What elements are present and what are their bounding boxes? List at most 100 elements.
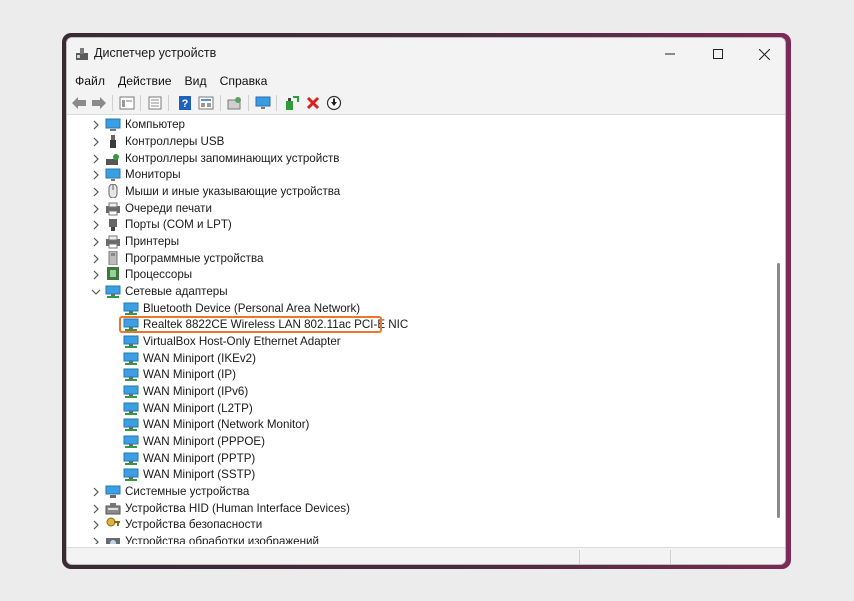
forward-button[interactable] (91, 95, 107, 111)
list-view-button[interactable] (147, 95, 163, 111)
maximize-icon (713, 49, 723, 59)
network-adapter-label: WAN Miniport (IPv6) (143, 385, 249, 398)
tree-item-label: Компьютер (125, 118, 186, 131)
network-adapter-item[interactable]: WAN Miniport (PPPOE) (67, 434, 767, 450)
menu-file[interactable]: Файл (70, 74, 110, 88)
toolbar-separator (220, 95, 221, 111)
network-adapter-item[interactable]: WAN Miniport (IP) (67, 367, 767, 383)
properties-view-button[interactable] (119, 95, 135, 111)
back-button[interactable] (71, 95, 87, 111)
update-driver-button[interactable] (284, 95, 300, 111)
status-divider (579, 550, 580, 564)
chevron-right-icon[interactable] (91, 170, 101, 180)
tree-item-network-adapters[interactable]: Сетевые адаптеры (67, 284, 767, 300)
network-adapter-item[interactable]: WAN Miniport (IPv6) (67, 384, 767, 400)
tree-item-hid[interactable]: Устройства HID (Human Interface Devices) (67, 501, 767, 517)
tree-item-imaging-devices[interactable]: Устройства обработки изображений (67, 534, 767, 544)
network-adapter-icon (123, 335, 139, 348)
menu-action[interactable]: Действие (113, 74, 177, 88)
security-device-icon (106, 517, 120, 527)
network-adapter-item[interactable]: WAN Miniport (Network Monitor) (67, 417, 767, 433)
help-button[interactable]: ? (177, 95, 193, 111)
network-adapter-icon (123, 352, 139, 365)
network-adapter-label: WAN Miniport (PPPOE) (143, 435, 265, 448)
network-adapter-item[interactable]: WAN Miniport (PPTP) (67, 451, 767, 467)
tree-item-software-devices[interactable]: Программные устройства (67, 251, 767, 267)
chevron-right-icon[interactable] (91, 487, 101, 497)
close-button[interactable] (741, 38, 785, 70)
scan-hardware-button[interactable] (227, 95, 243, 111)
tree-item-system-devices[interactable]: Системные устройства (67, 484, 767, 500)
chevron-right-icon[interactable] (91, 204, 101, 214)
chevron-right-icon[interactable] (91, 254, 101, 264)
tree-item-label: Программные устройства (125, 252, 264, 265)
chevron-down-icon[interactable] (91, 287, 101, 297)
network-adapter-item[interactable]: WAN Miniport (L2TP) (67, 401, 767, 417)
details-view-button[interactable] (198, 95, 214, 111)
network-adapter-icon (123, 402, 139, 415)
monitor-button[interactable] (255, 95, 271, 111)
tree-item-label: Мыши и иные указывающие устройства (125, 185, 341, 198)
chevron-right-icon[interactable] (91, 537, 101, 544)
toolbar-separator (168, 95, 169, 111)
software-device-icon (108, 251, 118, 265)
network-adapter-icon (123, 452, 139, 465)
network-adapter-icon (123, 435, 139, 448)
tree-item-security-devices[interactable]: Устройства безопасности (67, 517, 767, 533)
network-adapter-item[interactable]: VirtualBox Host-Only Ethernet Adapter (67, 334, 767, 350)
chevron-right-icon[interactable] (91, 187, 101, 197)
scrollbar-thumb[interactable] (777, 263, 780, 518)
close-icon (758, 48, 770, 60)
tree-item-label: Процессоры (125, 268, 193, 281)
tree-item-label: Устройства безопасности (125, 518, 263, 531)
tree-item-label: Порты (COM и LPT) (125, 218, 232, 231)
uninstall-button[interactable] (305, 95, 321, 111)
menu-help[interactable]: Справка (215, 74, 273, 88)
chevron-right-icon[interactable] (91, 504, 101, 514)
toolbar-separator (140, 95, 141, 111)
print-queue-icon (106, 202, 120, 216)
tree-item-label: Очереди печати (125, 202, 212, 215)
tree-item-label: Устройства обработки изображений (125, 535, 319, 544)
toolbar: ? (67, 91, 785, 115)
usb-icon (110, 135, 116, 148)
tree-item-computer[interactable]: Компьютер (67, 117, 767, 133)
network-adapter-item[interactable]: WAN Miniport (IKEv2) (67, 351, 767, 367)
imaging-device-icon (106, 538, 120, 544)
network-adapter-label: WAN Miniport (IP) (143, 368, 236, 381)
tree-item-print-queues[interactable]: Очереди печати (67, 201, 767, 217)
chevron-right-icon[interactable] (91, 154, 101, 164)
tree-item-usb-controllers[interactable]: Контроллеры USB (67, 134, 767, 150)
chevron-right-icon[interactable] (91, 270, 101, 280)
chevron-right-icon[interactable] (91, 120, 101, 130)
tree-item-label: Контроллеры USB (125, 135, 225, 148)
network-adapter-item[interactable]: WAN Miniport (SSTP) (67, 467, 767, 483)
device-manager-app-icon (76, 48, 88, 60)
menu-view[interactable]: Вид (180, 74, 212, 88)
properties-view-icon (119, 96, 135, 110)
title-bar[interactable]: Диспетчер устройств (67, 38, 785, 70)
tree-item-printers[interactable]: Принтеры (67, 234, 767, 250)
chevron-right-icon[interactable] (91, 137, 101, 147)
tree-item-processors[interactable]: Процессоры (67, 267, 767, 283)
tree-item-mice[interactable]: Мыши и иные указывающие устройства (67, 184, 767, 200)
computer-icon (105, 118, 121, 131)
network-adapter-label: VirtualBox Host-Only Ethernet Adapter (143, 335, 341, 348)
disable-button[interactable] (326, 95, 342, 111)
storage-controller-icon (106, 154, 119, 165)
status-bar (67, 547, 785, 564)
chevron-right-icon[interactable] (91, 237, 101, 247)
network-adapter-icon (123, 302, 139, 315)
network-adapter-item[interactable]: Bluetooth Device (Personal Area Network) (67, 301, 767, 317)
minimize-button[interactable] (647, 38, 693, 70)
chevron-right-icon[interactable] (91, 520, 101, 530)
vertical-scrollbar[interactable] (771, 115, 785, 544)
tree-item-label: Устройства HID (Human Interface Devices) (125, 502, 350, 515)
tree-item-monitors[interactable]: Мониторы (67, 167, 767, 183)
tree-item-ports[interactable]: Порты (COM и LPT) (67, 217, 767, 233)
toolbar-separator (112, 95, 113, 111)
maximize-button[interactable] (695, 38, 741, 70)
monitor-icon (105, 168, 121, 181)
chevron-right-icon[interactable] (91, 220, 101, 230)
tree-item-storage-controllers[interactable]: Контроллеры запоминающих устройств (67, 151, 767, 167)
